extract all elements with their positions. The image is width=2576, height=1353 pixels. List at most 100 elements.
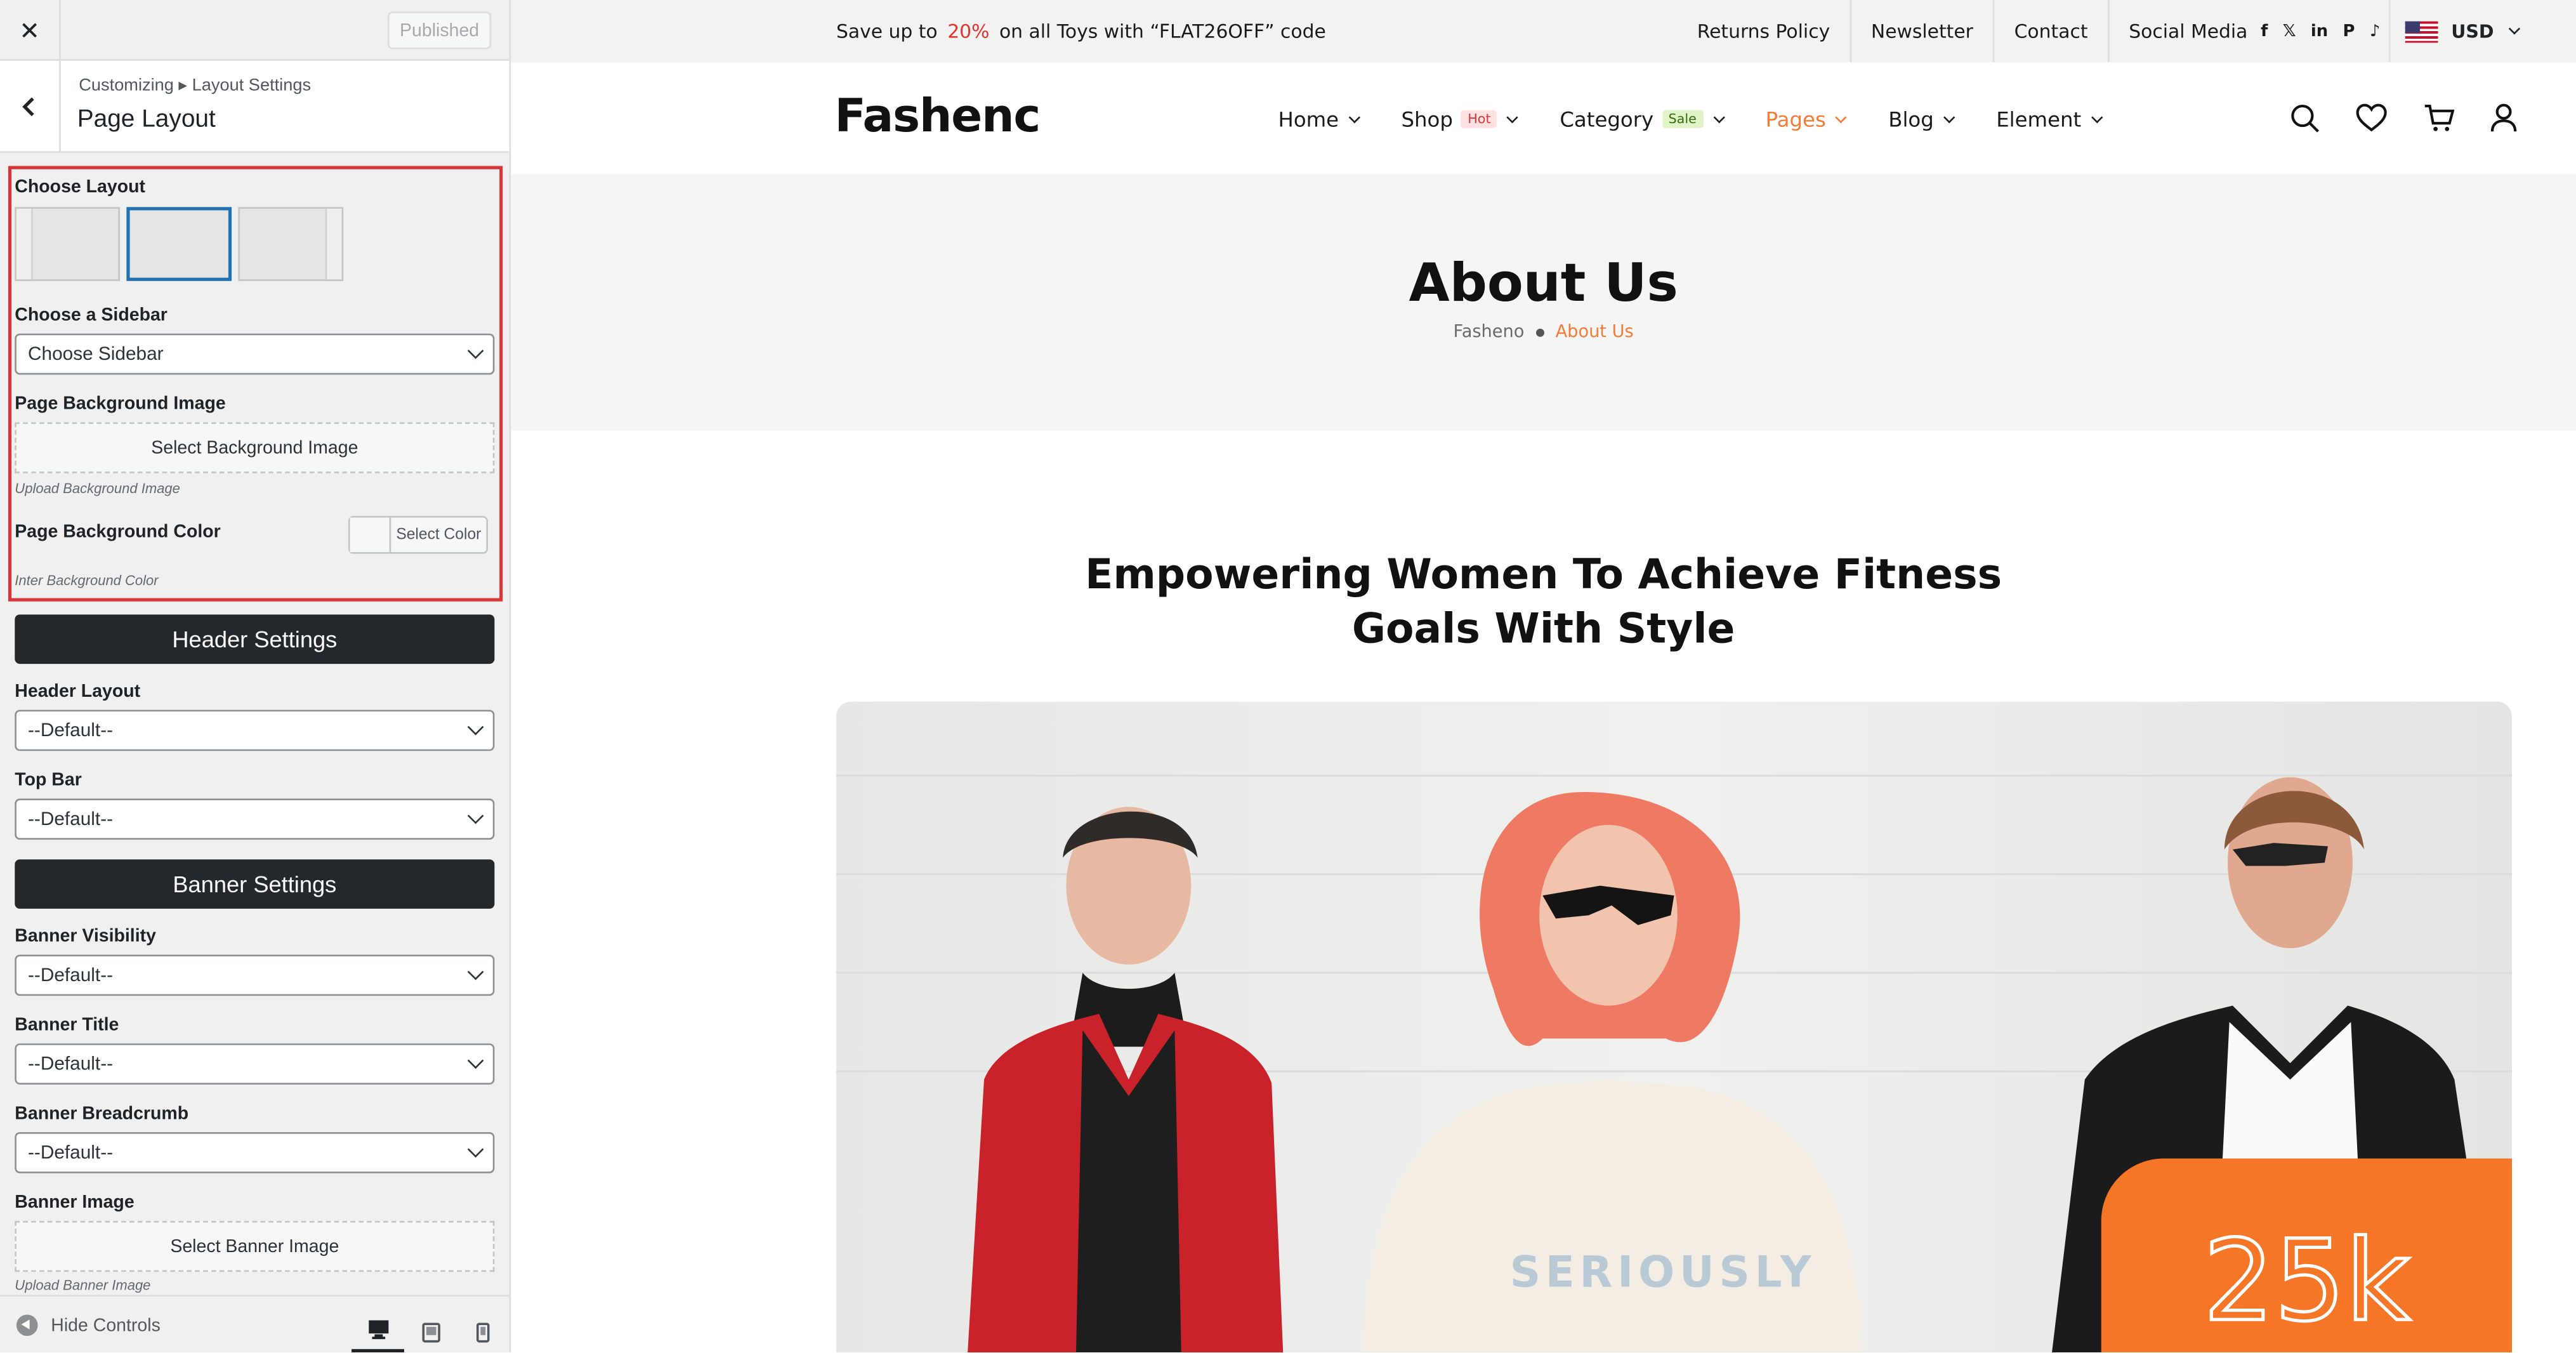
- header-layout-label: Header Layout: [15, 682, 141, 702]
- banner-title-label: Banner Title: [15, 1015, 119, 1036]
- bg-image-note: Upload Background Image: [15, 480, 180, 496]
- top-link-returns-policy[interactable]: Returns Policy: [1678, 0, 1851, 63]
- stat-card: 25k: [2101, 1158, 2513, 1352]
- user-icon[interactable]: [2490, 103, 2517, 133]
- menu-item-label: Element: [1996, 107, 2082, 132]
- close-customizer-button[interactable]: ✕: [0, 0, 61, 61]
- pinterest-icon[interactable]: P: [2343, 22, 2355, 40]
- top-bar-select[interactable]: --Default--: [15, 798, 495, 840]
- banner-image-label: Banner Image: [15, 1192, 135, 1213]
- sidebar-select-value: Choose Sidebar: [28, 344, 164, 364]
- header-settings-heading: Header Settings: [15, 614, 495, 664]
- header-layout-value: --Default--: [28, 720, 114, 741]
- main-navbar: Fashenc Home Shop Hot Category Sale Pages …: [511, 62, 2576, 175]
- chevron-down-icon: [1507, 110, 1519, 122]
- top-links: Returns Policy Newsletter Contact Social…: [1678, 0, 2400, 63]
- section-title: Page Layout: [77, 105, 216, 133]
- layout-option-right-sidebar[interactable]: [238, 207, 344, 281]
- back-button[interactable]: [0, 60, 61, 152]
- promo-text-after: on all Toys with “FLAT26OFF” code: [999, 20, 1326, 43]
- content-preview: [130, 210, 228, 277]
- currency-switcher[interactable]: USD: [2388, 0, 2521, 63]
- color-swatch: [350, 517, 391, 553]
- chevron-down-icon: [1836, 110, 1848, 122]
- banner-visibility-value: --Default--: [28, 965, 114, 986]
- breadcrumb-separator: [1535, 327, 1544, 336]
- banner-breadcrumb-value: --Default--: [28, 1142, 114, 1163]
- top-link-newsletter[interactable]: Newsletter: [1851, 0, 1995, 63]
- bg-color-note: Inter Background Color: [15, 572, 159, 588]
- chevron-down-icon: [1348, 110, 1360, 122]
- menu-item-shop[interactable]: Shop Hot: [1401, 107, 1519, 131]
- section-header: Customizing ▸ Layout Settings Page Layou…: [0, 60, 509, 153]
- cart-icon[interactable]: [2423, 103, 2455, 133]
- banner-breadcrumb-select[interactable]: --Default--: [15, 1132, 495, 1173]
- breadcrumb: Fasheno About Us: [511, 322, 2576, 342]
- close-icon: ✕: [19, 17, 40, 46]
- menu-item-blog[interactable]: Blog: [1888, 107, 1955, 132]
- banner-title-select[interactable]: --Default--: [15, 1043, 495, 1085]
- content-preview: [33, 209, 119, 279]
- top-bar-label: Top Bar: [15, 770, 82, 791]
- banner-breadcrumb-label: Banner Breadcrumb: [15, 1104, 189, 1125]
- select-color-button[interactable]: Select Color: [348, 516, 489, 554]
- select-background-image-button[interactable]: Select Background Image: [15, 422, 495, 473]
- top-link-contact[interactable]: Contact: [1995, 0, 2110, 63]
- desktop-preview-button[interactable]: [352, 1310, 404, 1352]
- select-banner-image-button[interactable]: Select Banner Image: [15, 1220, 495, 1272]
- menu-item-pages[interactable]: Pages: [1765, 107, 1848, 132]
- facebook-icon[interactable]: f: [2261, 22, 2268, 40]
- customizer-panel: ✕ Published Customizing ▸ Layout Setting…: [0, 0, 511, 1352]
- menu-item-label: Pages: [1765, 107, 1826, 132]
- customizer-top-bar: ✕ Published: [0, 0, 509, 61]
- top-bar-value: --Default--: [28, 809, 114, 829]
- site-logo[interactable]: Fashenc: [834, 89, 1041, 143]
- chevron-down-icon: [467, 342, 484, 359]
- hide-controls-button[interactable]: Hide Controls: [16, 1314, 161, 1336]
- chevron-left-icon: [22, 96, 34, 116]
- tablet-preview-button[interactable]: [404, 1310, 457, 1352]
- linkedin-icon[interactable]: in: [2311, 22, 2328, 40]
- sidebar-preview: [325, 208, 342, 280]
- customizer-breadcrumb: Customizing ▸ Layout Settings: [79, 76, 312, 96]
- promo-highlight: 20%: [947, 20, 990, 43]
- page-banner: About Us Fasheno About Us: [511, 174, 2576, 431]
- us-flag-icon: [2405, 20, 2438, 43]
- layout-option-left-sidebar[interactable]: [15, 207, 121, 281]
- currency-label: USD: [2451, 20, 2494, 43]
- x-icon[interactable]: 𝕏: [2283, 22, 2296, 40]
- collapse-icon: [16, 1314, 38, 1336]
- chevron-down-icon: [1943, 110, 1955, 122]
- chevron-down-icon: [467, 807, 484, 824]
- sale-badge: Sale: [1662, 110, 1704, 128]
- chevron-down-icon: [2508, 23, 2521, 35]
- published-button[interactable]: Published: [388, 11, 492, 50]
- desktop-icon: [368, 1320, 388, 1340]
- customizer-footer: Hide Controls: [0, 1295, 509, 1352]
- search-icon[interactable]: [2290, 103, 2320, 133]
- social-icons: f 𝕏 in P ♪: [2261, 22, 2380, 40]
- mobile-preview-button[interactable]: [457, 1310, 509, 1352]
- tiktok-icon[interactable]: ♪: [2370, 22, 2381, 40]
- bg-color-label: Page Background Color: [15, 522, 221, 543]
- menu-item-home[interactable]: Home: [1278, 107, 1360, 132]
- headline-line-2: Goals With Style: [1351, 604, 1735, 652]
- breadcrumb-home[interactable]: Fasheno: [1454, 322, 1525, 342]
- header-layout-select[interactable]: --Default--: [15, 710, 495, 751]
- banner-image-note: Upload Banner Image: [15, 1276, 151, 1293]
- banner-visibility-select[interactable]: --Default--: [15, 954, 495, 996]
- heart-icon[interactable]: [2356, 103, 2387, 133]
- menu-item-label: Blog: [1888, 107, 1934, 132]
- sidebar-select[interactable]: Choose Sidebar: [15, 333, 495, 375]
- banner-settings-heading: Banner Settings: [15, 859, 495, 909]
- menu-item-category[interactable]: Category Sale: [1560, 107, 1725, 131]
- site-preview: Save up to 20% on all Toys with “FLAT26O…: [511, 0, 2576, 1352]
- header-icons: [2290, 103, 2517, 133]
- chevron-down-icon: [2091, 110, 2103, 122]
- menu-item-label: Home: [1278, 107, 1339, 132]
- layout-option-full-width[interactable]: [126, 207, 232, 281]
- stat-value: 25k: [2202, 1217, 2412, 1348]
- page-title: About Us: [1409, 251, 1678, 314]
- select-color-label: Select Color: [396, 525, 482, 544]
- menu-item-element[interactable]: Element: [1996, 107, 2103, 132]
